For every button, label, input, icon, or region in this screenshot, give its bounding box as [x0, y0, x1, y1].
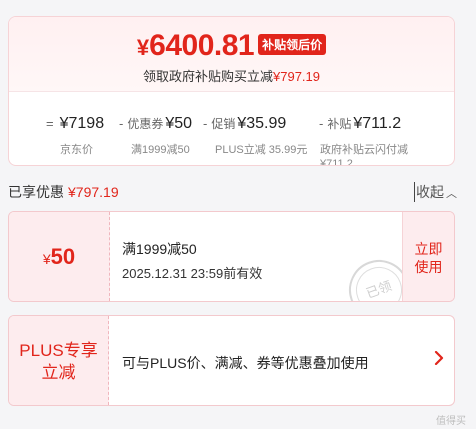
breakdown-value: ¥711.2 [353, 115, 402, 132]
coupon-expire: 2025.12.31 23:59前有效 [122, 266, 263, 281]
coupon-currency: ¥ [42, 251, 51, 267]
subsidy-subline-text: 领取政府补贴购买立减 [142, 69, 273, 84]
subsidy-subline-amount: ¥797.19 [273, 69, 320, 84]
coupon-value: ¥50 [9, 212, 110, 301]
use-now-line: 立即 [414, 241, 443, 257]
chevron-right-icon[interactable] [434, 349, 444, 370]
operator-equals: = [46, 116, 54, 131]
operator-minus: - [119, 116, 124, 131]
use-now-line: 使用 [414, 259, 443, 275]
breakdown-coupon: - 优惠券 ¥50 [119, 115, 192, 133]
use-now-button[interactable]: 立即 使用 [402, 212, 454, 301]
collapse-button[interactable]: 收起 ︿ [414, 182, 457, 202]
breakdown-name: 优惠券 [127, 117, 164, 131]
final-price-header: ¥6400.81 补贴领后价 领取政府补贴购买立减¥797.19 [9, 17, 454, 92]
final-price-currency: ¥ [136, 35, 150, 60]
plus-title-line: 立减 [41, 363, 76, 382]
breakdown-jd-price: = ¥7198 [46, 115, 104, 133]
breakdown-value: ¥7198 [59, 115, 105, 132]
breakdown-name: 补贴 [327, 117, 352, 131]
collapse-label: 收起 [416, 184, 444, 200]
coupon-card[interactable]: ¥50 满1999减50 2025.12.31 23:59前有效 已领 立即 使… [8, 211, 455, 302]
breakdown-desc-line: ¥711.2 [320, 158, 353, 166]
breakdown-desc-line: 政府补贴云闪付减 [320, 144, 408, 156]
breakdown-name: 促销 [211, 117, 236, 131]
breakdown-desc-promotion: PLUS立减 35.99元 [215, 144, 308, 156]
breakdown-value: ¥50 [165, 115, 193, 132]
plus-discount-card[interactable]: PLUS专享 立减 可与PLUS价、满减、券等优惠叠加使用 [8, 315, 455, 406]
coupon-title: 满1999减50 [122, 241, 197, 257]
chevron-up-icon: ︿ [446, 188, 457, 200]
plus-title: PLUS专享 立减 [9, 316, 109, 405]
plus-title-line: PLUS专享 [19, 341, 98, 360]
subsidy-subline: 领取政府补贴购买立减¥797.19 [9, 66, 454, 85]
operator-minus: - [203, 116, 208, 131]
breakdown-desc-coupon: 满1999减50 [131, 144, 190, 156]
discount-summary-label: 已享优惠 ¥797.19 [8, 182, 119, 202]
coupon-info: 满1999减50 2025.12.31 23:59前有效 [122, 239, 262, 282]
watermark: 值得买 [436, 416, 466, 427]
breakdown-desc-subsidy: 政府补贴云闪付减 ¥711.2 [320, 143, 408, 166]
final-price-amount: 6400.81 [149, 29, 255, 62]
price-summary-card: ¥6400.81 补贴领后价 领取政府补贴购买立减¥797.19 = ¥7198 -… [8, 16, 455, 166]
discount-label-text: 已享优惠 [8, 184, 64, 200]
discount-summary-row: 已享优惠 ¥797.19 收起 ︿ [8, 181, 463, 202]
breakdown-promotion: - 促销 ¥35.99 [203, 115, 286, 133]
coupon-amount: 50 [50, 244, 76, 269]
breakdown-subsidy: - 补贴 ¥711.2 [319, 115, 401, 133]
plus-description: 可与PLUS价、满减、券等优惠叠加使用 [122, 355, 369, 371]
breakdown-value: ¥35.99 [237, 115, 287, 132]
breakdown-desc-jd-price: 京东价 [60, 144, 93, 156]
final-price-row: ¥6400.81 补贴领后价 [9, 29, 454, 63]
final-price-badge: 补贴领后价 [258, 34, 327, 55]
discount-amount: ¥797.19 [68, 184, 119, 200]
operator-minus: - [319, 116, 324, 131]
